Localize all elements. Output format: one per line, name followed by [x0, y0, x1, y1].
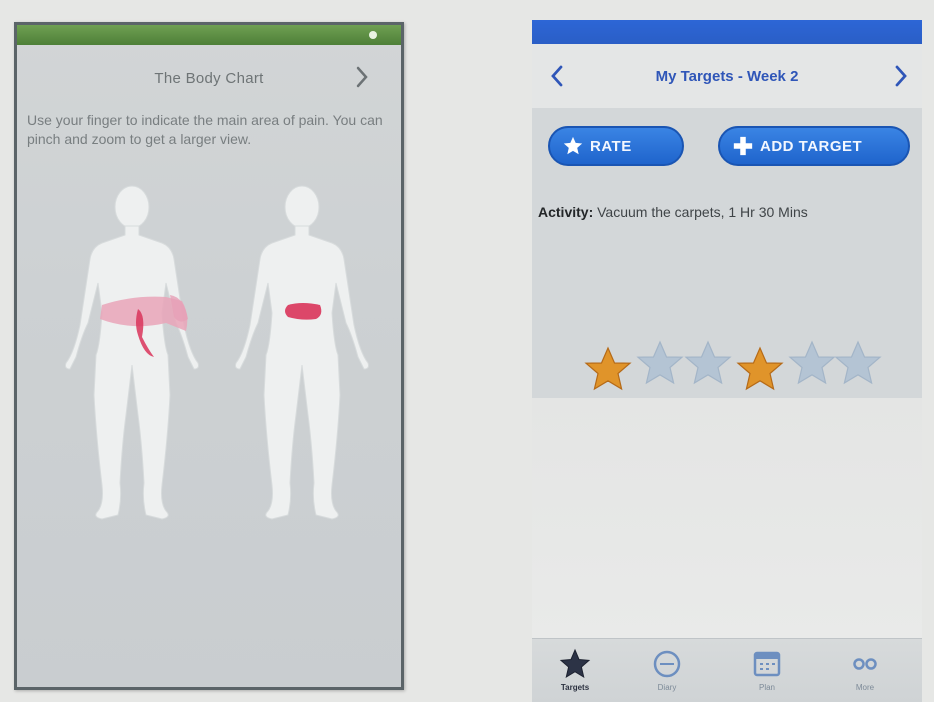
status-bar	[17, 25, 401, 45]
activity-text: Vacuum the carpets, 1 Hr 30 Mins	[597, 204, 808, 220]
tab-bar: Targets Diary Plan More	[532, 638, 922, 702]
star-unrated-icon-sa[interactable]	[834, 340, 882, 385]
status-indicator	[369, 31, 377, 39]
tab-label: Targets	[560, 683, 590, 692]
activity-label: Activity:	[538, 204, 594, 220]
plus-icon	[733, 136, 753, 156]
body-chart-nav-bar: The Body Chart	[17, 45, 401, 111]
calendar-icon	[753, 651, 781, 677]
rate-button[interactable]: RATE	[548, 126, 684, 166]
content-area	[532, 398, 922, 638]
tab-diary[interactable]: Diary	[632, 647, 702, 702]
tab-targets[interactable]: Targets	[540, 647, 610, 702]
star-icon	[559, 648, 591, 679]
star-unrated-icon-t[interactable]	[636, 340, 684, 385]
targets-nav-bar: My Targets - Week 2	[532, 44, 922, 108]
tab-label: Diary	[657, 683, 677, 692]
tab-label: More	[855, 683, 875, 692]
previous-week-button[interactable]	[542, 58, 572, 94]
page-title: The Body Chart	[154, 69, 264, 87]
star-icon	[563, 136, 583, 155]
activity-description: Activity: Vacuum the carpets, 1 Hr 30 Mi…	[538, 200, 898, 224]
tab-plan[interactable]: Plan	[732, 647, 802, 702]
rate-button-label: RATE	[590, 137, 632, 155]
chevron-right-icon	[356, 66, 368, 88]
page-title: My Targets - Week 2	[655, 67, 799, 85]
star-rating-row	[584, 340, 882, 391]
daily-star-ratings	[532, 336, 922, 396]
more-icon	[853, 658, 877, 670]
star-rated-icon-m[interactable]	[584, 346, 632, 391]
body-chart-instructions: Use your finger to indicate the main are…	[27, 112, 383, 147]
body-figure-front	[65, 185, 199, 520]
star-unrated-icon-w[interactable]	[684, 340, 732, 385]
status-bar	[532, 20, 922, 44]
add-target-button-label: ADD TARGET	[760, 137, 863, 155]
add-target-button[interactable]: ADD TARGET	[718, 126, 910, 166]
body-figure-back	[235, 185, 369, 520]
chevron-left-icon	[551, 65, 563, 87]
body-chart-screen: The Body Chart Use your finger to indica…	[14, 22, 404, 690]
chevron-right-icon	[895, 65, 907, 87]
next-week-button[interactable]	[886, 58, 916, 94]
star-rated-icon-th[interactable]	[736, 346, 784, 391]
tab-label: Plan	[758, 683, 775, 692]
tab-more[interactable]: More	[830, 647, 900, 702]
body-figures[interactable]	[37, 185, 387, 545]
targets-screen: My Targets - Week 2 RATE ADD TARGET Acti…	[532, 20, 922, 702]
next-button[interactable]	[347, 59, 377, 95]
clock-icon	[653, 650, 681, 678]
star-unrated-icon-f[interactable]	[788, 340, 836, 385]
target-card: RATE ADD TARGET Activity: Vacuum the car…	[532, 108, 922, 419]
